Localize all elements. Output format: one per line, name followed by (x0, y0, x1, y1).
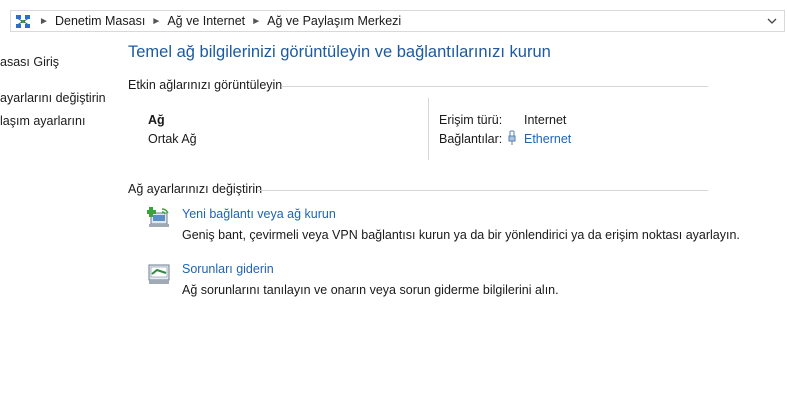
network-type: Ortak Ağ (148, 132, 197, 146)
new-connection-icon (147, 207, 169, 227)
change-settings-heading: Ağ ayarlarınızı değiştirin (128, 182, 263, 196)
chevron-down-icon[interactable] (766, 14, 778, 28)
breadcrumb-network-internet[interactable]: Ağ ve Internet (167, 14, 245, 28)
network-name: Ağ (148, 113, 165, 127)
new-connection-description: Geniş bant, çevirmeli veya VPN bağlantıs… (182, 228, 740, 242)
breadcrumb-control-panel[interactable]: Denetim Masası (55, 14, 145, 28)
sidebar-item-adapter-settings[interactable]: ayarlarını değiştirin (0, 91, 106, 105)
chevron-right-icon[interactable]: ► (37, 16, 51, 27)
access-type-value: Internet (524, 113, 567, 127)
troubleshoot-description: Ağ sorunlarını tanılayın ve onarın veya … (182, 283, 559, 297)
access-type-label: Erişim türü: (439, 113, 503, 127)
connections-label: Bağlantılar: (439, 132, 503, 146)
sidebar-item-home[interactable]: asası Giriş (0, 55, 59, 69)
chevron-right-icon[interactable]: ► (249, 16, 263, 27)
address-bar[interactable]: ► Denetim Masası ► Ağ ve Internet ► Ağ v… (10, 10, 785, 32)
vertical-divider (428, 98, 429, 160)
sidebar-item-sharing-settings[interactable]: laşım ayarlarını (0, 114, 85, 128)
section-divider (281, 86, 708, 87)
active-networks-heading: Etkin ağlarınızı görüntüleyin (128, 78, 283, 92)
breadcrumb-network-sharing-center[interactable]: Ağ ve Paylaşım Merkezi (267, 14, 401, 28)
ethernet-connection-link[interactable]: Ethernet (524, 132, 571, 146)
section-divider (258, 190, 708, 191)
troubleshoot-link[interactable]: Sorunları giderin (182, 262, 274, 276)
network-center-icon (16, 15, 30, 28)
new-connection-link[interactable]: Yeni bağlantı veya ağ kurun (182, 207, 336, 221)
ethernet-icon (508, 130, 516, 145)
troubleshoot-icon (148, 264, 170, 284)
page-title: Temel ağ bilgilerinizi görüntüleyin ve b… (128, 43, 551, 61)
chevron-right-icon[interactable]: ► (149, 16, 163, 27)
